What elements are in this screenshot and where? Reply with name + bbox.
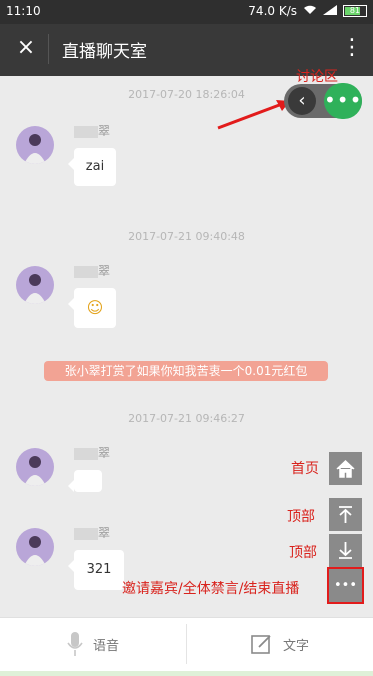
avatar[interactable] <box>16 448 54 486</box>
home-icon <box>336 459 355 478</box>
text-label: 文字 <box>282 638 309 654</box>
avatar[interactable] <box>16 266 54 304</box>
voice-button[interactable]: 语音 <box>0 618 186 670</box>
arrow-up-icon <box>339 506 352 523</box>
sender-name: 翠 <box>74 524 110 541</box>
wifi-icon <box>303 4 317 18</box>
message-bubble[interactable] <box>68 470 102 492</box>
voice-label: 语音 <box>92 638 119 654</box>
signal-icon <box>323 4 337 18</box>
scroll-down-button[interactable] <box>329 534 362 567</box>
bottom-strip <box>0 671 373 676</box>
header-divider <box>48 34 49 64</box>
back-icon[interactable]: ‹ <box>288 87 316 115</box>
gift-notice: 张小翠打赏了如果你知我苦衷一个0.01元红包 <box>44 361 328 381</box>
more-menu-icon[interactable]: ⋮ <box>341 37 363 59</box>
annotation-discussion: 讨论区 <box>296 69 338 85</box>
discussion-dots-icon[interactable]: ••• <box>324 83 362 119</box>
status-time: 11:10 <box>6 4 41 18</box>
discussion-toggle[interactable]: ‹ ••• <box>284 83 362 119</box>
microphone-icon <box>67 632 83 656</box>
annotation-top: 顶部 <box>287 509 315 525</box>
sender-name: 翠 <box>74 122 110 139</box>
host-menu-button[interactable]: ••• <box>327 567 364 604</box>
annotation-home: 首页 <box>291 461 319 477</box>
arrow-down-icon <box>339 542 352 559</box>
sender-name: 翠 <box>74 262 110 279</box>
message-timestamp: 2017-07-21 09:40:48 <box>128 230 245 243</box>
avatar[interactable] <box>16 528 54 566</box>
battery-level: 81 <box>349 6 361 15</box>
annotation-arrow <box>217 100 290 130</box>
message-timestamp: 2017-07-21 09:46:27 <box>128 412 245 425</box>
network-speed: 74.0 K/s <box>248 4 297 18</box>
edit-icon <box>251 635 271 654</box>
input-bar: 语音 文字 <box>0 617 373 676</box>
message-bubble[interactable]: zai <box>68 148 116 186</box>
message-bubble[interactable]: 321 <box>68 550 124 590</box>
sender-name: 翠 <box>74 444 110 461</box>
status-bar: 11:10 74.0 K/s 81 <box>0 0 373 24</box>
scroll-top-button[interactable] <box>329 498 362 531</box>
text-button[interactable]: 文字 <box>187 618 373 670</box>
close-icon[interactable]: × <box>12 34 40 62</box>
battery-icon: 81 <box>343 5 367 17</box>
avatar[interactable] <box>16 126 54 164</box>
annotation-top-2: 顶部 <box>289 545 317 561</box>
home-button[interactable] <box>329 452 362 485</box>
message-bubble[interactable]: ☺ <box>68 288 116 328</box>
annotation-invite: 邀请嘉宾/全体禁言/结束直播 <box>122 581 300 597</box>
status-right: 74.0 K/s 81 <box>248 4 367 18</box>
page-title: 直播聊天室 <box>62 42 147 62</box>
